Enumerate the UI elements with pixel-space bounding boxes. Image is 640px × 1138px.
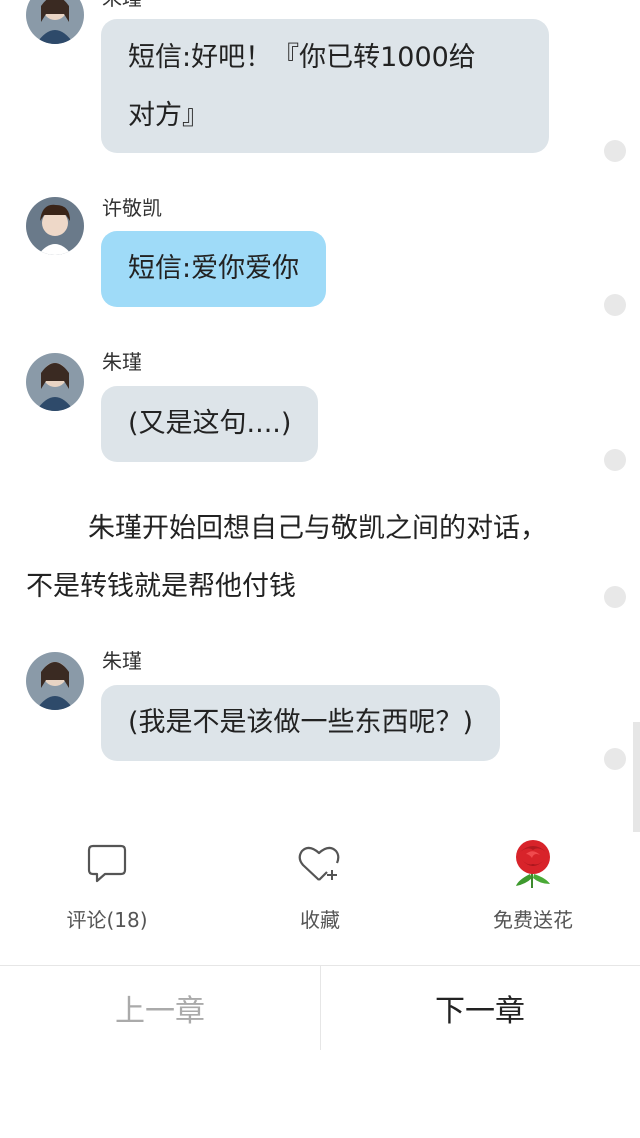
paragraph-comment-dot[interactable] (604, 449, 626, 471)
scrollbar[interactable] (633, 722, 640, 832)
comment-label: 评论(18) (66, 908, 148, 932)
paragraph-comment-dot[interactable] (604, 294, 626, 316)
sender-name: 朱瑾 (102, 0, 142, 10)
narration-paragraph: 朱瑾开始回想自己与敬凯之间的对话，不是转钱就是帮他付钱 (26, 513, 547, 602)
message-bubble[interactable]: (我是不是该做一些东西呢？) (101, 685, 501, 761)
send-flower-label: 免费送花 (493, 908, 573, 932)
message-bubble[interactable]: 短信:好吧！『你已转1000给 对方』 (101, 19, 549, 153)
next-chapter-button[interactable]: 下一章 (320, 966, 640, 1050)
sender-name: 许敬凯 (102, 196, 162, 220)
heart-plus-icon (298, 846, 340, 881)
favorite-label: 收藏 (300, 908, 340, 932)
avatar-zhujin[interactable] (26, 0, 84, 44)
message-text-line2: 对方』 (128, 100, 209, 131)
avatar-xujingkai[interactable] (26, 197, 84, 255)
avatar-zhujin[interactable] (26, 353, 84, 411)
avatar-zhujin[interactable] (26, 652, 84, 710)
sender-name: 朱瑾 (102, 649, 142, 673)
comment-button[interactable]: 评论(18) (42, 838, 172, 933)
message-bubble[interactable]: (又是这句....) (101, 386, 319, 462)
paragraph-comment-dot[interactable] (604, 586, 626, 608)
paragraph-comment-dot[interactable] (604, 748, 626, 770)
message-text-line1: 短信:好吧！『你已转1000给 (128, 42, 476, 73)
send-flower-button[interactable]: 免费送花 (468, 838, 598, 933)
rose-icon (516, 840, 550, 888)
message-bubble[interactable]: 短信:爱你爱你 (101, 231, 327, 307)
paragraph-comment-dot[interactable] (604, 140, 626, 162)
sender-name: 朱瑾 (102, 350, 142, 374)
comment-bubble-icon (87, 844, 127, 883)
prev-chapter-button[interactable]: 上一章 (0, 966, 320, 1050)
favorite-button[interactable]: 收藏 (255, 838, 385, 933)
